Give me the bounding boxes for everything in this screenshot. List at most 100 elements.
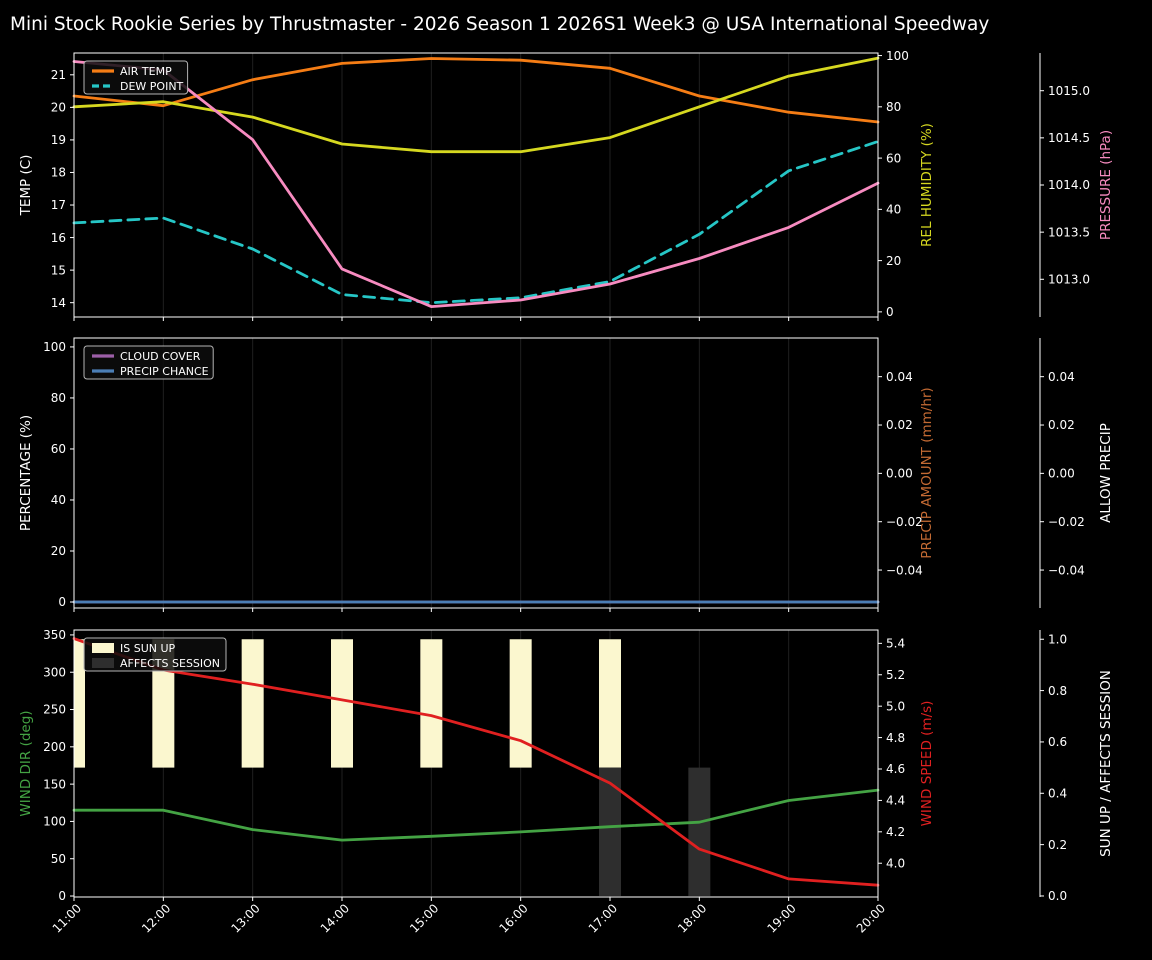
y-tick-label: −0.02 — [1048, 515, 1085, 529]
legend-label: AFFECTS SESSION — [120, 657, 220, 670]
bar-is-sun-up — [420, 639, 443, 768]
y-tick-label: 0.04 — [1048, 370, 1075, 384]
axis-title: WIND SPEED (m/s) — [919, 701, 935, 827]
y-tick-label: 18 — [51, 166, 66, 180]
y-tick-label: 4.8 — [886, 731, 905, 745]
legend-swatch-affects-session — [92, 658, 114, 668]
axis-allow-precip: −0.04 −0.02 0.00 0.02 0.04 ALLOW PRECIP — [1040, 370, 1114, 577]
y-tick-label: 250 — [43, 703, 66, 717]
y-tick-label: 50 — [51, 852, 66, 866]
y-tick-label: 0.8 — [1048, 684, 1067, 698]
y-tick-label: 1014.0 — [1048, 178, 1090, 192]
y-tick-label: 16 — [51, 231, 66, 245]
y-tick-label: 5.2 — [886, 668, 905, 682]
y-tick-label: −0.04 — [886, 563, 923, 577]
y-tick-label: 0.6 — [1048, 735, 1067, 749]
axis-title: PRESSURE (hPa) — [1098, 130, 1114, 240]
series-dew-point — [72, 140, 880, 305]
x-tick-label: 20:00 — [854, 901, 888, 935]
y-tick-label: −0.04 — [1048, 563, 1085, 577]
y-tick-label: 300 — [43, 665, 66, 679]
y-tick-label: 19 — [51, 133, 66, 147]
panel-border — [73, 52, 879, 318]
x-tick-label: 11:00 — [50, 901, 84, 935]
axis-sun-up-affects-session: 0.0 0.2 0.4 0.6 0.8 1.0 SUN UP / AFFECTS SESSI… — [1040, 632, 1114, 903]
series-pressure — [72, 60, 880, 309]
y-tick-label: 40 — [886, 203, 901, 217]
wind-panel: 11:00 12:00 13:00 14:00 15:00 16:00 17:00 18:00… — [18, 628, 1114, 935]
y-tick-label: 0.00 — [886, 467, 913, 481]
y-tick-label: 1014.5 — [1048, 131, 1090, 145]
series-wind-dir — [72, 788, 880, 842]
x-tick-label: 12:00 — [139, 901, 173, 935]
legend-label: IS SUN UP — [120, 642, 176, 655]
bar-is-sun-up — [241, 639, 264, 768]
axis-title: TEMP (C) — [18, 155, 34, 217]
legend-label: CLOUD COVER — [120, 350, 201, 363]
y-tick-label: 21 — [51, 68, 66, 82]
axis-temp-c-: 14 15 16 17 18 19 20 21 TEMP (C) — [18, 68, 74, 310]
chart-title: Mini Stock Rookie Series by Thrustmaster… — [10, 14, 990, 35]
legend-label: PRECIP CHANCE — [120, 365, 209, 378]
y-tick-label: 60 — [51, 442, 66, 456]
weather-chart-svg: 14 15 16 17 18 19 20 21 TEMP (C) 0 20 40 60 80 100 REL … — [18, 49, 1114, 936]
y-tick-label: 40 — [51, 493, 66, 507]
axis-wind-speed-m-s-: 4.0 4.2 4.4 4.6 4.8 5.0 5.2 5.4 WIND SPEED (m/s) — [878, 637, 935, 870]
axis-precip-amount-mm-hr-: −0.04 −0.02 0.00 0.02 0.04 PRECIP AMOUNT (mm/… — [878, 370, 935, 577]
y-tick-label: 200 — [43, 740, 66, 754]
y-tick-label: 100 — [43, 340, 66, 354]
legend: CLOUD COVER PRECIP CHANCE — [83, 345, 214, 380]
legend: AIR TEMP DEW POINT — [83, 60, 189, 95]
y-tick-label: 0.0 — [1048, 889, 1067, 903]
axis-wind-dir-deg-: 0 50 100 150 200 250 300 350 WIND DIR (deg) — [18, 628, 74, 903]
series-wind-speed — [72, 637, 880, 887]
y-tick-label: 100 — [43, 815, 66, 829]
axis-rel-humidity-: 0 20 40 60 80 100 REL HUMIDITY (%) — [878, 49, 935, 319]
y-tick-label: 0.2 — [1048, 838, 1067, 852]
axis-title: ALLOW PRECIP — [1098, 423, 1114, 523]
y-tick-label: 4.6 — [886, 762, 905, 776]
x-tick-label: 17:00 — [586, 901, 620, 935]
y-tick-label: 100 — [886, 49, 909, 63]
axis-title: PERCENTAGE (%) — [18, 415, 34, 531]
y-tick-label: 20 — [51, 101, 66, 115]
y-tick-label: 80 — [51, 391, 66, 405]
x-tick-label: 19:00 — [764, 901, 798, 935]
bar-is-sun-up — [331, 639, 353, 768]
legend: IS SUN UP AFFECTS SESSION — [83, 637, 227, 672]
y-tick-label: 0 — [58, 595, 66, 609]
y-tick-label: 60 — [886, 151, 901, 165]
y-tick-label: 1.0 — [1048, 632, 1067, 646]
y-tick-label: 0.4 — [1048, 786, 1067, 800]
axis-title: PRECIP AMOUNT (mm/hr) — [919, 387, 935, 558]
y-tick-label: −0.02 — [886, 515, 923, 529]
y-tick-label: 20 — [886, 254, 901, 268]
y-tick-label: 4.4 — [886, 794, 905, 808]
x-tick-label: 15:00 — [407, 901, 441, 935]
series-air-temp — [72, 57, 880, 124]
bar-is-sun-up — [509, 639, 532, 768]
axis-title: REL HUMIDITY (%) — [919, 123, 935, 247]
y-tick-label: 350 — [43, 628, 66, 642]
y-tick-label: 17 — [51, 198, 66, 212]
axis-pressure-hpa-: 1013.0 1013.5 1014.0 1014.5 1015.0 PRESSURE (… — [1040, 84, 1114, 286]
y-tick-label: 0 — [58, 889, 66, 903]
y-tick-label: 15 — [51, 263, 66, 277]
x-tick-label: 13:00 — [228, 901, 262, 935]
x-tick-label: 18:00 — [675, 901, 709, 935]
y-tick-label: 0 — [886, 305, 894, 319]
axis-percentage-: 0 20 40 60 80 100 PERCENTAGE (%) — [18, 340, 74, 609]
y-tick-label: 5.4 — [886, 637, 905, 651]
legend-swatch-is-sun-up — [92, 643, 114, 653]
precipitation-panel: 0 20 40 60 80 100 PERCENTAGE (%) −0.04 −0.02 0.00… — [18, 337, 1114, 612]
y-tick-label: 0.04 — [886, 370, 913, 384]
temperature-panel: 14 15 16 17 18 19 20 21 TEMP (C) 0 20 40 60 80 100 REL … — [18, 49, 1114, 321]
bar-affects-session — [599, 767, 621, 896]
axis-title: WIND DIR (deg) — [18, 710, 34, 816]
y-tick-label: 1013.5 — [1048, 225, 1090, 239]
y-tick-label: 5.0 — [886, 699, 905, 713]
y-tick-label: 1015.0 — [1048, 84, 1090, 98]
y-tick-label: 20 — [51, 544, 66, 558]
x-tick-label: 16:00 — [496, 901, 530, 935]
legend-label: AIR TEMP — [120, 65, 172, 78]
